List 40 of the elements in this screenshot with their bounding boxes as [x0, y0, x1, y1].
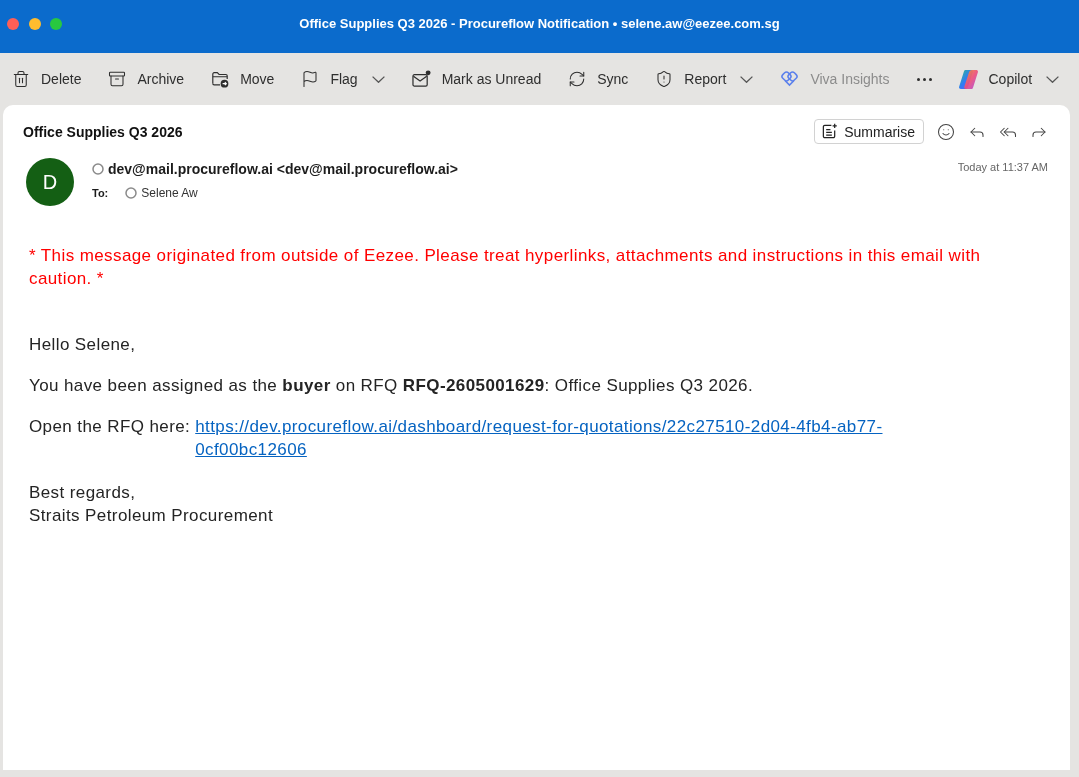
shield-alert-icon: [655, 70, 674, 88]
smiley-icon: [937, 122, 955, 141]
logo-icon: [958, 69, 978, 89]
body-text: Hello Selene,: [29, 334, 137, 356]
move-button[interactable]: Move: [211, 68, 275, 90]
body-text: You have been assigned as the buyer on RFQ RFQ-2605001629: Office Supplies Q3 2026.: [29, 375, 755, 397]
emoji-button[interactable]: [937, 122, 955, 141]
document-sparkle-icon: [821, 123, 839, 140]
warning-text: * This message originated from outside of Eezee. Please treat hyperlinks, attachments and instructions in this email with caution. *: [29, 245, 982, 290]
recipient-name: Selene Aw: [141, 186, 198, 200]
body-text: Open the RFQ here:: [29, 416, 191, 438]
status-ring-icon: [92, 163, 104, 175]
to-label: To:: [92, 187, 109, 199]
signature-line: Straits Petroleum Procurement: [29, 505, 274, 527]
flag-icon: [301, 70, 320, 88]
rfq-link[interactable]: https://dev.procureflow.ai/dashboard/request-for-quotations/22c27510-2d04-4fb4-ab77-0cf00bc12606: [195, 415, 904, 461]
flag-button[interactable]: Flag: [301, 68, 385, 90]
report-button[interactable]: Report: [655, 68, 754, 90]
avatar: D: [26, 158, 74, 206]
window-title: Office Supplies Q3 2026 - Procureflow Notification • selene.aw@eezee.com.sg: [299, 16, 780, 31]
envelope-dot-icon: [411, 70, 431, 88]
copilot-button[interactable]: Copilot: [958, 67, 1060, 91]
archive-button[interactable]: Archive: [108, 68, 185, 90]
more-button[interactable]: [916, 75, 932, 83]
signature-line: Best regards,: [29, 482, 136, 504]
sync-icon: [568, 70, 587, 88]
sender-address: dev@mail.procureflow.ai <dev@mail.procureflow.ai>: [108, 160, 458, 179]
heart-icon: [780, 70, 800, 88]
minimize-window-icon[interactable]: [28, 17, 41, 30]
folder-arrow-icon: [211, 70, 230, 88]
archive-box-icon: [108, 70, 127, 88]
status-ring-icon: [125, 187, 138, 199]
message-date: Today at 11:37 AM: [957, 161, 1048, 173]
summarise-button[interactable]: Summarise: [814, 119, 924, 144]
mark-unread-button[interactable]: Mark as Unread: [411, 68, 542, 90]
trash-icon: [12, 70, 30, 88]
message-subject: Office Supplies Q3 2026: [23, 123, 183, 140]
sync-button[interactable]: Sync: [568, 68, 629, 90]
delete-button[interactable]: Delete: [12, 68, 82, 90]
more-icon: [916, 77, 932, 81]
